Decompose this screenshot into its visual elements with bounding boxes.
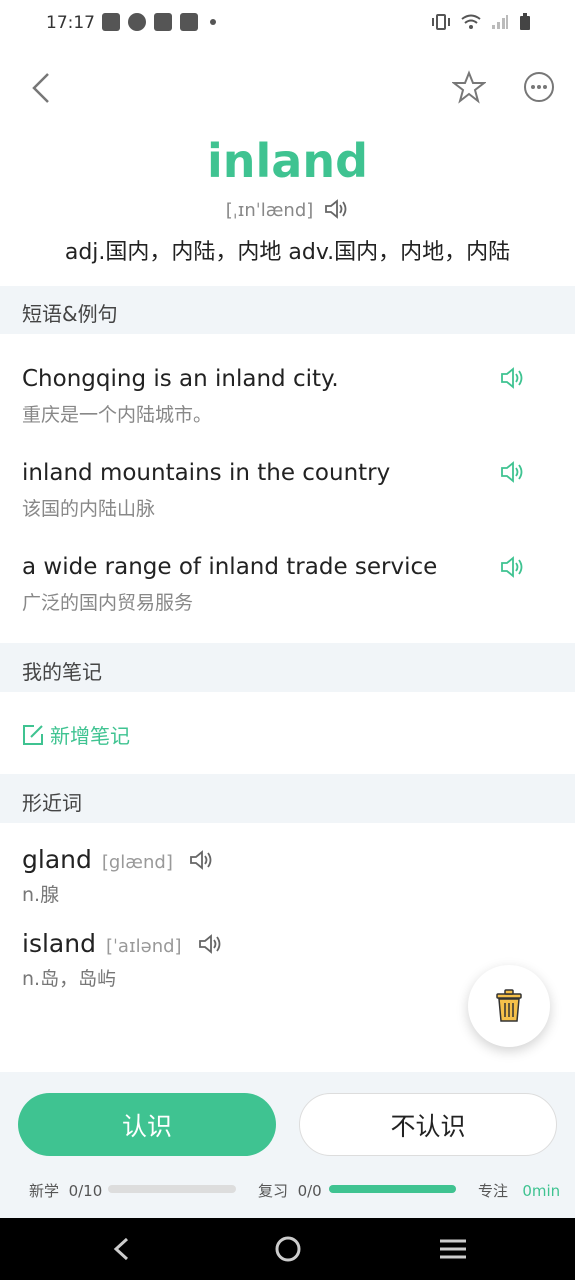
trash-icon bbox=[496, 989, 522, 1022]
new-progress-bar bbox=[108, 1185, 236, 1193]
battery-icon bbox=[520, 13, 530, 30]
example-en: a wide range of inland trade service bbox=[22, 554, 438, 580]
similar-word-item[interactable]: gland [glænd] n.腺 bbox=[22, 845, 214, 907]
more-notifications-icon bbox=[210, 19, 216, 25]
new-stat: 新学 0/10 bbox=[29, 1180, 102, 1201]
review-progress-fill bbox=[329, 1185, 456, 1193]
speaker-icon[interactable] bbox=[197, 933, 223, 955]
example-zh: 重庆是一个内陆城市。 bbox=[22, 404, 213, 426]
new-label: 新学 bbox=[29, 1182, 60, 1200]
similar-meaning: n.腺 bbox=[22, 884, 60, 906]
similar-word: island bbox=[22, 929, 96, 958]
status-bar: 17:17 bbox=[0, 0, 575, 48]
add-note-label: 新增笔记 bbox=[50, 724, 130, 748]
speaker-icon[interactable] bbox=[188, 849, 214, 871]
more-icon[interactable] bbox=[523, 71, 555, 103]
back-icon[interactable] bbox=[28, 70, 54, 106]
review-label: 复习 bbox=[258, 1182, 289, 1200]
speaker-icon[interactable] bbox=[499, 555, 525, 579]
section-title: 形近词 bbox=[22, 791, 82, 815]
star-icon[interactable] bbox=[452, 70, 486, 104]
similar-word-item[interactable]: island [ˈaɪlənd] n.岛，岛屿 bbox=[22, 929, 223, 991]
edit-icon bbox=[23, 724, 43, 745]
notification-icon bbox=[154, 13, 172, 31]
notification-icon bbox=[102, 13, 120, 31]
example-item: a wide range of inland trade service 广泛的… bbox=[22, 554, 542, 615]
system-navigation-bar bbox=[0, 1218, 575, 1280]
focus-value: 0min bbox=[522, 1182, 561, 1200]
example-en: inland mountains in the country bbox=[22, 460, 391, 486]
definition: adj.国内，内陆，内地 adv.国内，内地，内陆 bbox=[64, 240, 511, 265]
speaker-icon[interactable] bbox=[323, 198, 349, 220]
example-zh: 该国的内陆山脉 bbox=[22, 498, 156, 520]
unknown-button[interactable]: 不认识 bbox=[299, 1093, 557, 1156]
section-title: 短语&例句 bbox=[22, 302, 118, 326]
example-item: inland mountains in the country 该国的内陆山脉 bbox=[22, 460, 542, 521]
speaker-icon[interactable] bbox=[499, 366, 525, 390]
section-header-phrases: 短语&例句 bbox=[0, 286, 575, 334]
similar-phonetic: [ˈaɪlənd] bbox=[105, 936, 182, 957]
vibrate-icon bbox=[432, 14, 450, 30]
notification-icon bbox=[128, 13, 146, 31]
phonetic-row: [ˌɪnˈlænd] bbox=[0, 198, 575, 221]
know-button[interactable]: 认识 bbox=[18, 1093, 276, 1156]
nav-home-icon[interactable] bbox=[274, 1235, 302, 1263]
headword: inland bbox=[207, 134, 368, 188]
example-zh: 广泛的国内贸易服务 bbox=[22, 592, 194, 614]
signal-icon bbox=[492, 15, 508, 29]
review-progress-bar bbox=[329, 1185, 456, 1193]
similar-meaning: n.岛，岛屿 bbox=[22, 968, 117, 990]
similar-word: gland bbox=[22, 845, 92, 874]
similar-phonetic: [glænd] bbox=[101, 852, 173, 873]
wifi-icon bbox=[461, 14, 481, 29]
delete-fab[interactable] bbox=[468, 965, 550, 1047]
section-header-similar: 形近词 bbox=[0, 774, 575, 823]
section-header-notes: 我的笔记 bbox=[0, 643, 575, 692]
example-en: Chongqing is an inland city. bbox=[22, 366, 339, 392]
nav-recents-icon[interactable] bbox=[439, 1238, 467, 1260]
focus-label: 专注 bbox=[478, 1182, 509, 1200]
section-title: 我的笔记 bbox=[22, 660, 102, 684]
focus-stat: 专注 0min bbox=[478, 1180, 560, 1201]
add-note-button[interactable]: 新增笔记 bbox=[22, 720, 130, 749]
review-stat: 复习 0/0 bbox=[258, 1180, 322, 1201]
system-icons bbox=[431, 13, 531, 31]
nav-back-icon[interactable] bbox=[110, 1236, 132, 1262]
speaker-icon[interactable] bbox=[499, 460, 525, 484]
status-time: 17:17 bbox=[46, 13, 95, 33]
review-value: 0/0 bbox=[297, 1182, 322, 1200]
notification-icon bbox=[180, 13, 198, 31]
new-value: 0/10 bbox=[68, 1182, 103, 1200]
phonetic: [ˌɪnˈlænd] bbox=[225, 200, 314, 221]
notification-icons bbox=[102, 13, 216, 31]
example-item: Chongqing is an inland city. 重庆是一个内陆城市。 bbox=[22, 366, 542, 427]
